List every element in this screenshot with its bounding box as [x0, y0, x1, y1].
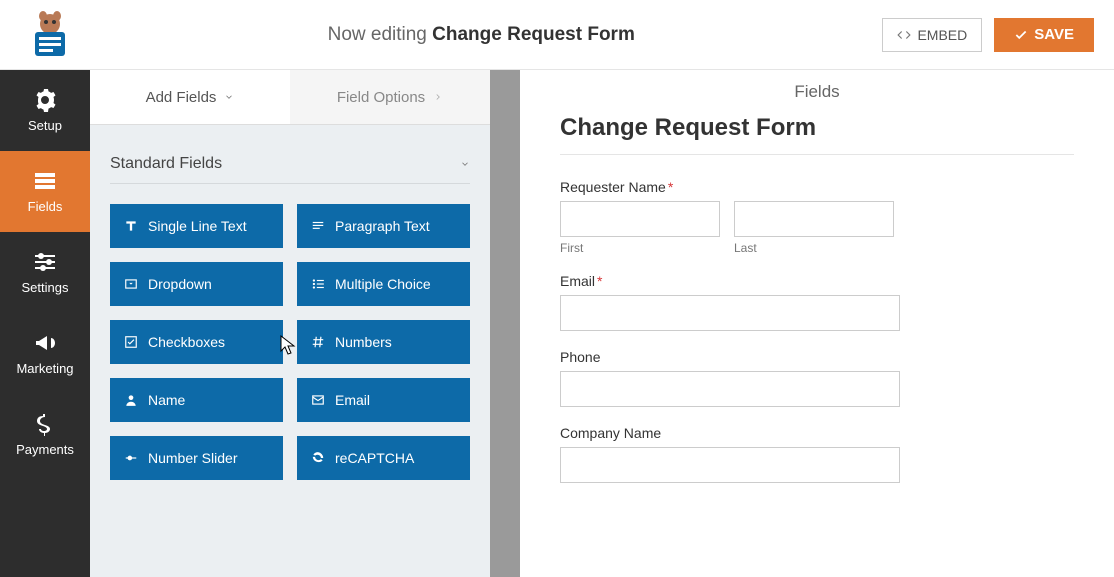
field-grid: Single Line Text Paragraph Text Dropdown…: [110, 204, 470, 480]
nav-payments[interactable]: Payments: [0, 394, 90, 475]
save-button[interactable]: SAVE: [994, 18, 1094, 52]
field-single-line-text[interactable]: Single Line Text: [110, 204, 283, 248]
save-label: SAVE: [1034, 26, 1074, 43]
nav-settings[interactable]: Settings: [0, 232, 90, 313]
list-ul-icon: [311, 277, 325, 291]
form-preview: Fields Change Request Form Requester Nam…: [520, 70, 1114, 577]
check-square-icon: [124, 335, 138, 349]
nav-marketing[interactable]: Marketing: [0, 313, 90, 394]
main: Setup Fields Settings Marketing Payments…: [0, 70, 1114, 577]
topbar: Now editing Change Request Form EMBED SA…: [0, 0, 1114, 70]
section-title: Standard Fields: [110, 155, 222, 173]
field-requester-name[interactable]: Requester Name* First Last: [560, 179, 1074, 255]
field-numbers[interactable]: Numbers: [297, 320, 470, 364]
mail-icon: [311, 393, 325, 407]
embed-label: EMBED: [917, 27, 967, 43]
page-title: Now editing Change Request Form: [80, 24, 882, 46]
tab-add-fields[interactable]: Add Fields: [90, 70, 290, 124]
editing-prefix: Now editing: [328, 24, 427, 45]
company-input[interactable]: [560, 447, 900, 483]
last-name-col: Last: [734, 201, 894, 255]
field-name[interactable]: Name: [110, 378, 283, 422]
nav-settings-label: Settings: [22, 280, 69, 295]
field-recaptcha[interactable]: reCAPTCHA: [297, 436, 470, 480]
nav-fields[interactable]: Fields: [0, 151, 90, 232]
chevron-down-icon: [460, 159, 470, 169]
panel-divider[interactable]: [490, 70, 520, 577]
company-label: Company Name: [560, 425, 1074, 441]
wpforms-logo-icon: [25, 10, 75, 60]
field-multiple-choice[interactable]: Multiple Choice: [297, 262, 470, 306]
requester-name-label: Requester Name*: [560, 179, 1074, 195]
field-email[interactable]: Email: [297, 378, 470, 422]
leftnav: Setup Fields Settings Marketing Payments: [0, 70, 90, 577]
phone-input[interactable]: [560, 371, 900, 407]
form-name: Change Request Form: [432, 24, 635, 45]
nav-setup[interactable]: Setup: [0, 70, 90, 151]
embed-button[interactable]: EMBED: [882, 18, 982, 52]
field-checkboxes[interactable]: Checkboxes: [110, 320, 283, 364]
slider-icon: [124, 451, 138, 465]
email-input[interactable]: [560, 295, 900, 331]
nav-fields-label: Fields: [28, 199, 63, 214]
fields-panel: Add Fields Field Options Standard Fields…: [90, 70, 490, 577]
nav-payments-label: Payments: [16, 442, 74, 457]
first-sublabel: First: [560, 241, 720, 255]
email-label: Email*: [560, 273, 1074, 289]
field-phone[interactable]: Phone: [560, 349, 1074, 407]
first-name-col: First: [560, 201, 720, 255]
section-standard-fields[interactable]: Standard Fields: [110, 145, 470, 184]
sliders-icon: [33, 250, 57, 274]
phone-label: Phone: [560, 349, 1074, 365]
name-row: First Last: [560, 201, 1074, 255]
field-paragraph-text[interactable]: Paragraph Text: [297, 204, 470, 248]
first-name-input[interactable]: [560, 201, 720, 237]
nav-setup-label: Setup: [28, 118, 62, 133]
logo: [20, 10, 80, 60]
recaptcha-icon: [311, 451, 325, 465]
field-email[interactable]: Email*: [560, 273, 1074, 331]
panel-body: Standard Fields Single Line Text Paragra…: [90, 125, 490, 577]
gear-icon: [33, 88, 57, 112]
required-marker: *: [668, 179, 673, 195]
paragraph-icon: [311, 219, 325, 233]
preview-body: Change Request Form Requester Name* Firs…: [520, 114, 1114, 521]
field-company[interactable]: Company Name: [560, 425, 1074, 483]
tab-field-options[interactable]: Field Options: [290, 70, 490, 124]
last-name-input[interactable]: [734, 201, 894, 237]
chevron-right-icon: [433, 92, 443, 102]
text-icon: [124, 219, 138, 233]
hash-icon: [311, 335, 325, 349]
code-icon: [897, 28, 911, 42]
top-actions: EMBED SAVE: [882, 18, 1094, 52]
tab-field-options-label: Field Options: [337, 89, 425, 106]
tab-add-fields-label: Add Fields: [146, 89, 217, 106]
preview-header: Fields: [520, 70, 1114, 114]
panel-tabs: Add Fields Field Options: [90, 70, 490, 125]
dollar-icon: [33, 412, 57, 436]
list-icon: [33, 169, 57, 193]
chevron-down-icon: [224, 92, 234, 102]
field-number-slider[interactable]: Number Slider: [110, 436, 283, 480]
last-sublabel: Last: [734, 241, 894, 255]
form-title: Change Request Form: [560, 114, 1074, 155]
check-icon: [1014, 28, 1028, 42]
field-dropdown[interactable]: Dropdown: [110, 262, 283, 306]
nav-marketing-label: Marketing: [16, 361, 73, 376]
required-marker: *: [597, 273, 602, 289]
user-icon: [124, 393, 138, 407]
dropdown-icon: [124, 277, 138, 291]
bullhorn-icon: [33, 331, 57, 355]
